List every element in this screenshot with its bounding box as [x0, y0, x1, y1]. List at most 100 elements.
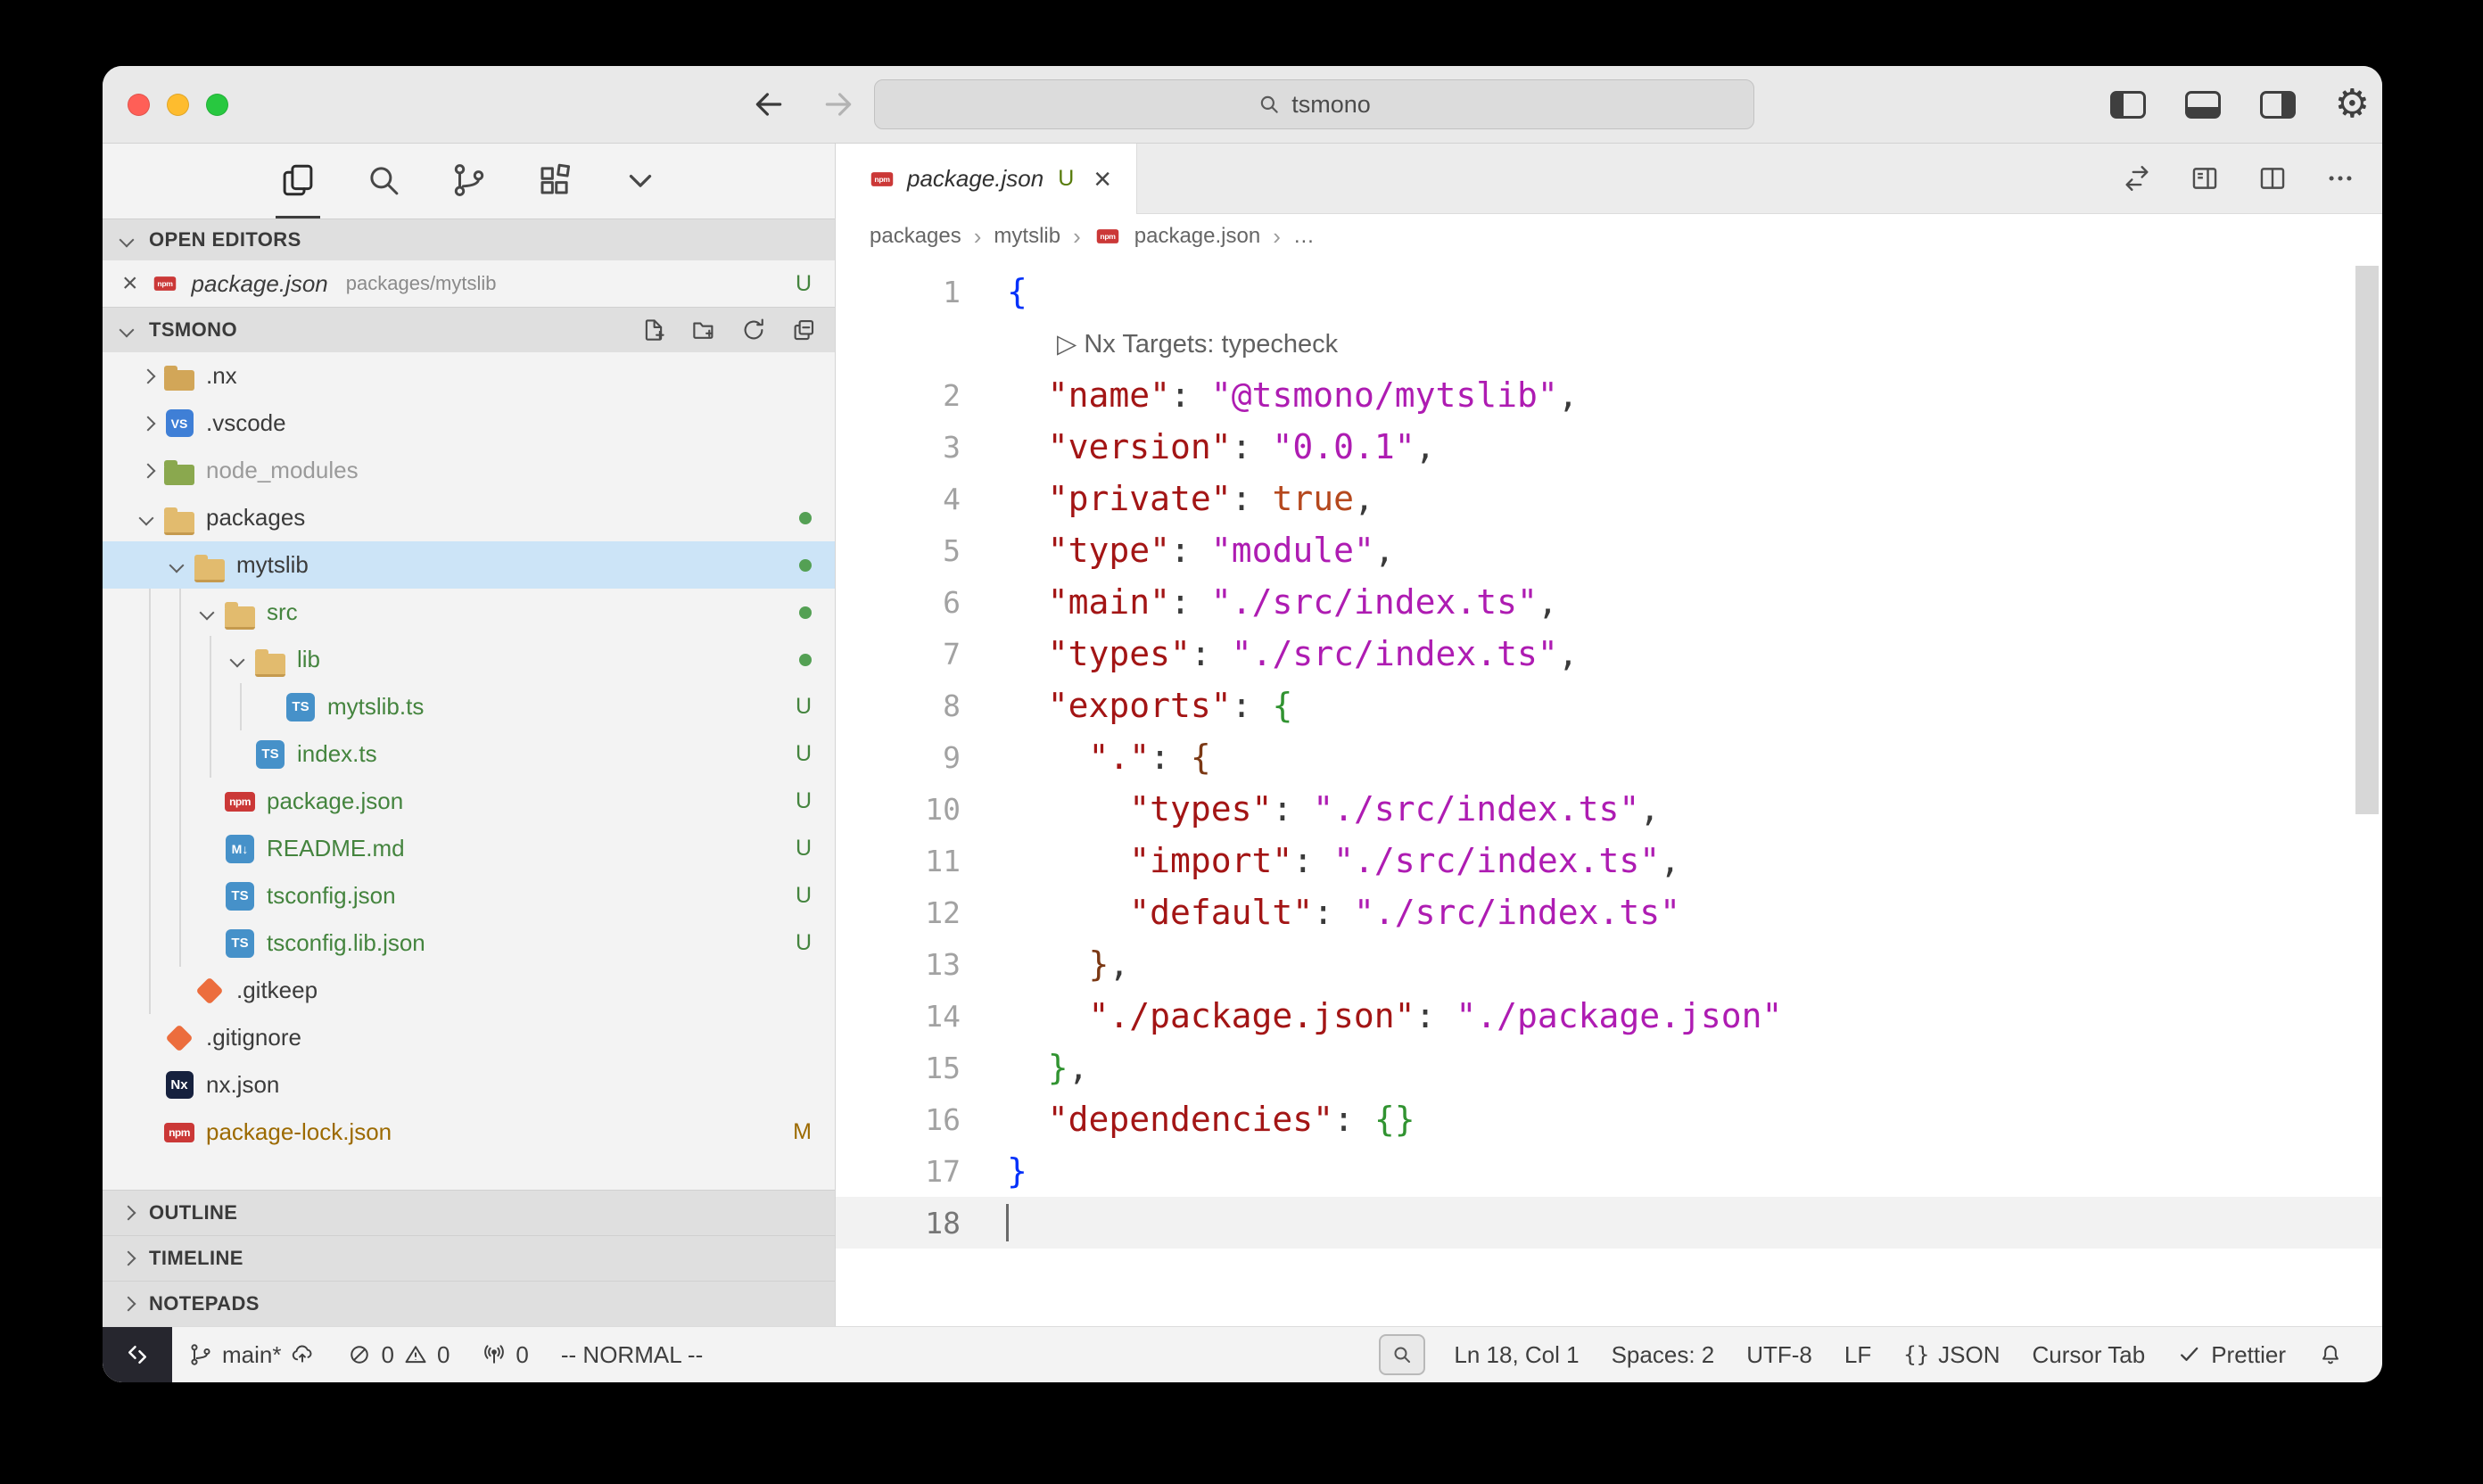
- sidebar-pane-header[interactable]: OUTLINE: [103, 1190, 835, 1235]
- tree-item[interactable]: node_modules: [103, 447, 835, 494]
- new-file-icon[interactable]: [640, 317, 667, 343]
- split-editor-icon[interactable]: [2257, 163, 2288, 194]
- code-line[interactable]: 17 }: [836, 1145, 2382, 1197]
- code-line[interactable]: 1 {: [836, 266, 2382, 317]
- breadcrumb-item[interactable]: …: [1293, 224, 1315, 249]
- sidebar-pane-header[interactable]: NOTEPADS: [103, 1281, 835, 1326]
- tree-item[interactable]: packages: [103, 494, 835, 541]
- code-line[interactable]: 3 "version": "0.0.1",: [836, 421, 2382, 473]
- tree-item[interactable]: package.json U: [103, 778, 835, 825]
- tree-item[interactable]: README.md U: [103, 825, 835, 872]
- code-line[interactable]: 6 "main": "./src/index.ts",: [836, 576, 2382, 628]
- new-folder-icon[interactable]: [690, 317, 717, 343]
- tree-chevron-icon[interactable]: [135, 363, 161, 390]
- code-line[interactable]: 4 "private": true,: [836, 473, 2382, 524]
- tree-item[interactable]: .gitkeep: [103, 967, 835, 1014]
- eol-indicator[interactable]: LF: [1828, 1327, 1887, 1382]
- language-mode[interactable]: {} JSON: [1887, 1327, 2016, 1382]
- close-tab-icon[interactable]: ×: [1093, 164, 1111, 194]
- tree-chevron-icon[interactable]: [195, 599, 222, 626]
- search-icon[interactable]: [361, 144, 406, 218]
- zoom-window-button[interactable]: [206, 94, 228, 116]
- tree-item[interactable]: .nx: [103, 352, 835, 400]
- close-editor-icon[interactable]: ×: [122, 270, 138, 297]
- toggle-primary-sidebar-icon[interactable]: [2110, 91, 2146, 119]
- code-line[interactable]: 11 "import": "./src/index.ts",: [836, 835, 2382, 886]
- tree-chevron-icon[interactable]: [135, 410, 161, 437]
- open-preview-icon[interactable]: [2190, 163, 2220, 194]
- code-line[interactable]: 8 "exports": {: [836, 680, 2382, 731]
- code-line[interactable]: 18: [836, 1197, 2382, 1249]
- navigate-forward-button[interactable]: [821, 87, 855, 121]
- tree-item[interactable]: src: [103, 589, 835, 636]
- tree-chevron-icon[interactable]: [195, 883, 222, 910]
- tree-chevron-icon[interactable]: [195, 930, 222, 957]
- tree-chevron-icon[interactable]: [165, 552, 192, 579]
- more-actions-icon[interactable]: [2325, 163, 2355, 194]
- branch-indicator[interactable]: main*: [172, 1327, 331, 1382]
- tree-item[interactable]: package-lock.json M: [103, 1109, 835, 1156]
- code-line[interactable]: 5 "type": "module",: [836, 524, 2382, 576]
- tree-chevron-icon[interactable]: [135, 505, 161, 532]
- code-line[interactable]: ▷ Nx Targets: typecheck: [836, 317, 2382, 369]
- tree-chevron-icon[interactable]: [135, 458, 161, 484]
- code-line[interactable]: 10 "types": "./src/index.ts",: [836, 783, 2382, 835]
- formatter-indicator[interactable]: Prettier: [2161, 1327, 2302, 1382]
- tree-chevron-icon[interactable]: [226, 647, 252, 673]
- zoom-button[interactable]: [1379, 1334, 1425, 1375]
- toggle-panel-icon[interactable]: [2185, 91, 2221, 119]
- breadcrumb-item[interactable]: package.json: [1134, 224, 1260, 249]
- tree-item[interactable]: index.ts U: [103, 730, 835, 778]
- code-area[interactable]: 1 { ▷ Nx Targets: typecheck 2 "name": "@…: [836, 259, 2382, 1326]
- broadcast-indicator[interactable]: 0: [466, 1327, 544, 1382]
- open-editors-header[interactable]: OPEN EDITORS: [103, 218, 835, 260]
- code-line[interactable]: 12 "default": "./src/index.ts": [836, 886, 2382, 938]
- tree-item[interactable]: .gitignore: [103, 1014, 835, 1061]
- breadcrumb-item[interactable]: packages: [870, 224, 961, 249]
- encoding-indicator[interactable]: UTF-8: [1730, 1327, 1828, 1382]
- tree-item[interactable]: .vscode: [103, 400, 835, 447]
- tree-item[interactable]: nx.json: [103, 1061, 835, 1109]
- code-line[interactable]: 15 },: [836, 1042, 2382, 1093]
- tree-chevron-icon[interactable]: [165, 977, 192, 1004]
- code-line[interactable]: 14 "./package.json": "./package.json": [836, 990, 2382, 1042]
- project-header[interactable]: TSMONO: [103, 307, 835, 352]
- breadcrumb-item[interactable]: mytslib: [994, 224, 1060, 249]
- tree-item[interactable]: tsconfig.json U: [103, 872, 835, 919]
- vim-mode-indicator[interactable]: -- NORMAL --: [545, 1327, 719, 1382]
- collapse-all-icon[interactable]: [790, 317, 817, 343]
- tree-chevron-icon[interactable]: [135, 1119, 161, 1146]
- tree-item[interactable]: mytslib: [103, 541, 835, 589]
- tree-chevron-icon[interactable]: [195, 836, 222, 862]
- tree-chevron-icon[interactable]: [135, 1072, 161, 1099]
- indentation-indicator[interactable]: Spaces: 2: [1596, 1327, 1731, 1382]
- tree-chevron-icon[interactable]: [135, 1025, 161, 1051]
- tree-chevron-icon[interactable]: [226, 741, 252, 768]
- tree-item[interactable]: tsconfig.lib.json U: [103, 919, 835, 967]
- code-line[interactable]: 7 "types": "./src/index.ts",: [836, 628, 2382, 680]
- navigate-back-button[interactable]: [752, 87, 786, 121]
- explorer-icon[interactable]: [276, 144, 320, 218]
- notifications-bell[interactable]: [2302, 1327, 2359, 1382]
- source-control-icon[interactable]: [447, 144, 491, 218]
- editor-scrollbar[interactable]: [2355, 266, 2379, 814]
- tree-item[interactable]: mytslib.ts U: [103, 683, 835, 730]
- extensions-icon[interactable]: [532, 144, 577, 218]
- command-center-search[interactable]: tsmono: [874, 79, 1754, 129]
- cursor-tab-indicator[interactable]: Cursor Tab: [2017, 1327, 2162, 1382]
- tab-package-json[interactable]: package.json U ×: [836, 144, 1137, 214]
- code-line[interactable]: 2 "name": "@tsmono/mytslib",: [836, 369, 2382, 421]
- code-line[interactable]: 13 },: [836, 938, 2382, 990]
- open-editor-item[interactable]: × package.json packages/mytslib U: [103, 260, 835, 307]
- toggle-secondary-sidebar-icon[interactable]: [2260, 91, 2296, 119]
- cursor-position[interactable]: Ln 18, Col 1: [1438, 1327, 1595, 1382]
- remote-indicator[interactable]: [103, 1327, 172, 1382]
- close-window-button[interactable]: [128, 94, 150, 116]
- sidebar-pane-header[interactable]: TIMELINE: [103, 1235, 835, 1281]
- tree-item[interactable]: lib: [103, 636, 835, 683]
- problems-indicator[interactable]: 0 0: [331, 1327, 466, 1382]
- compare-changes-icon[interactable]: [2122, 163, 2152, 194]
- more-views-chevron-icon[interactable]: [618, 144, 663, 218]
- minimize-window-button[interactable]: [167, 94, 189, 116]
- tree-chevron-icon[interactable]: [195, 788, 222, 815]
